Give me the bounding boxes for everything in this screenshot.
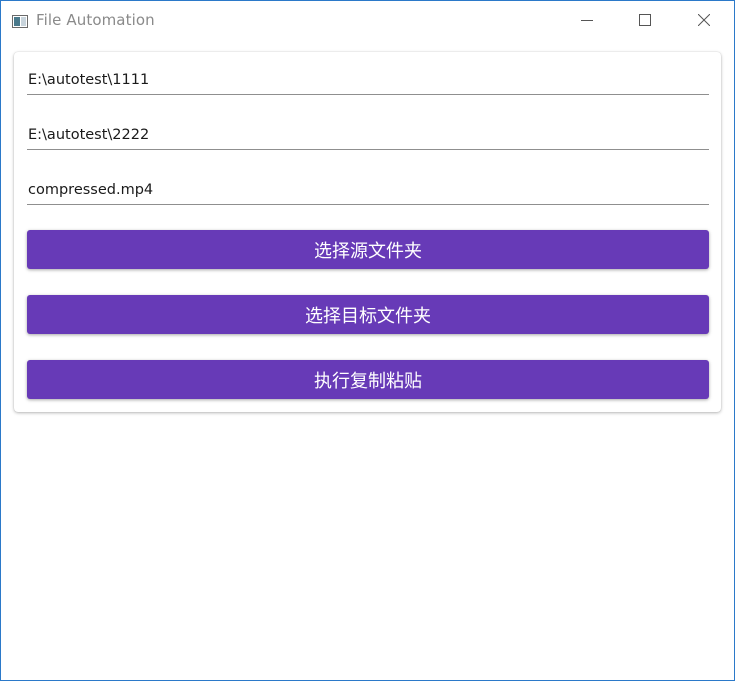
select-target-folder-label: 选择目标文件夹 [305, 305, 431, 327]
source-path-field [27, 68, 710, 95]
form-card: 选择源文件夹 选择目标文件夹 执行复制粘贴 [14, 52, 721, 412]
app-icon [12, 13, 28, 28]
select-source-folder-label: 选择源文件夹 [314, 240, 422, 262]
app-window: File Automation 选择源文件夹 [0, 0, 735, 681]
select-target-folder-button[interactable]: 选择目标文件夹 [27, 295, 709, 334]
select-source-folder-button[interactable]: 选择源文件夹 [27, 230, 709, 269]
maximize-button[interactable] [622, 1, 668, 39]
window-title: File Automation [36, 11, 155, 29]
file-name-input[interactable] [27, 178, 710, 202]
minimize-icon [581, 11, 593, 30]
maximize-icon [639, 11, 651, 30]
file-name-field [27, 178, 710, 205]
execute-copy-paste-label: 执行复制粘贴 [314, 370, 422, 392]
source-path-input[interactable] [27, 68, 710, 92]
close-button[interactable] [681, 1, 727, 39]
minimize-button[interactable] [564, 1, 610, 39]
close-icon [697, 11, 711, 30]
target-path-field [27, 123, 710, 150]
title-bar[interactable]: File Automation [1, 1, 734, 39]
execute-copy-paste-button[interactable]: 执行复制粘贴 [27, 360, 709, 399]
target-path-input[interactable] [27, 123, 710, 147]
